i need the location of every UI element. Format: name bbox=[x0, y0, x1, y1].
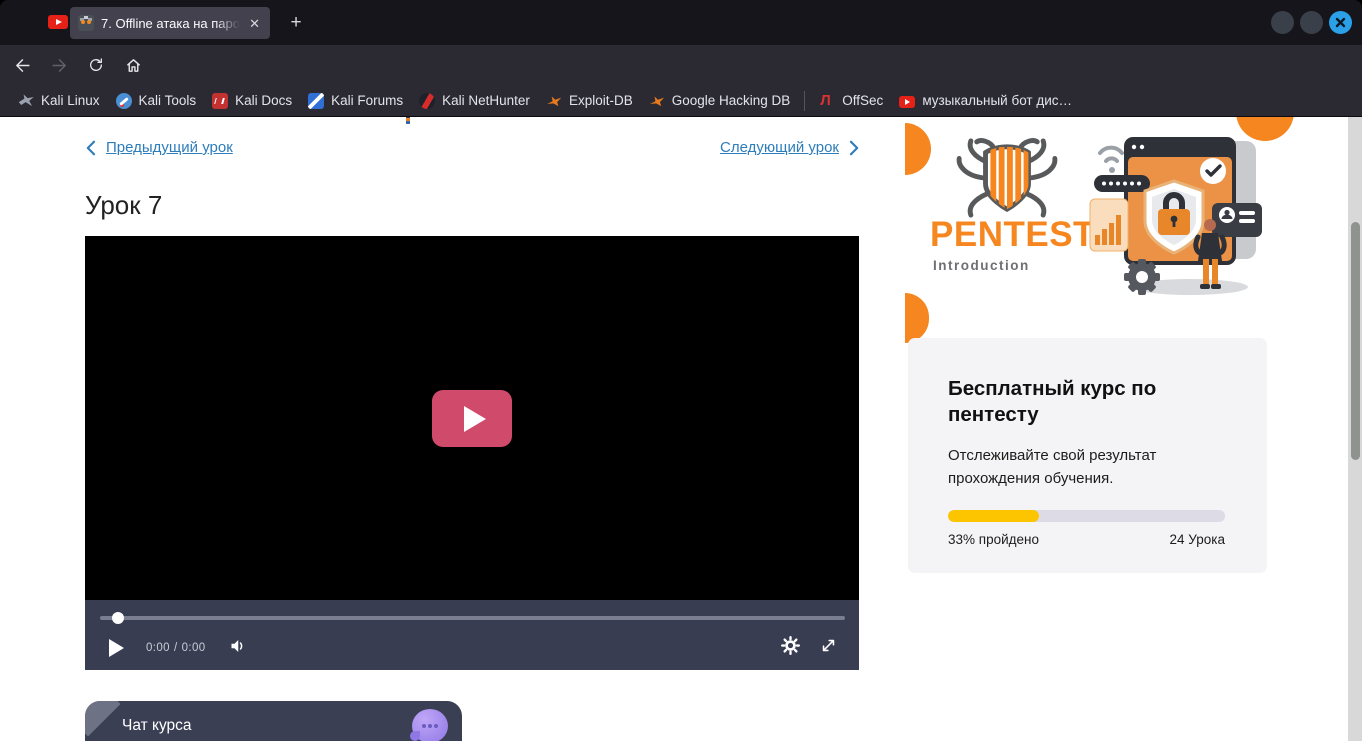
bookmark-item[interactable]: Kali Tools bbox=[108, 90, 205, 112]
orange-decor-top-left bbox=[905, 123, 931, 175]
page-scrollbar[interactable] bbox=[1348, 117, 1362, 741]
codeby-favicon-icon bbox=[78, 15, 94, 31]
bookmark-item[interactable]: Kali Docs bbox=[204, 90, 300, 112]
pentest-spider-logo bbox=[948, 137, 1066, 219]
back-button[interactable] bbox=[7, 51, 37, 79]
bookmark-item[interactable]: музыкальный бот дис… bbox=[891, 90, 1080, 111]
course-progress-labels: 33% пройдено 24 Урока bbox=[948, 532, 1225, 547]
progress-percent-label: 33% пройдено bbox=[948, 532, 1039, 547]
next-lesson-link[interactable]: Следующий урок bbox=[720, 139, 839, 156]
home-icon bbox=[125, 57, 142, 74]
browser-window: 7. Offline атака на пароли ✕ + http bbox=[0, 0, 1362, 741]
tab-bar: 7. Offline атака на пароли ✕ + bbox=[0, 0, 1362, 45]
video-screen[interactable] bbox=[85, 236, 859, 600]
player-controls: 0:00/0:00 bbox=[85, 600, 859, 670]
play-button[interactable] bbox=[109, 639, 124, 657]
next-lesson-link-wrap: Следующий урок bbox=[720, 139, 860, 156]
brand-title: PENTEST bbox=[930, 215, 1095, 255]
bookmark-item[interactable]: Kali NetHunter bbox=[411, 90, 538, 112]
bookmark-item[interactable]: OffSec bbox=[811, 90, 891, 112]
course-progress-card: Бесплатный курс по пентесту Отслеживайте… bbox=[908, 338, 1267, 573]
volume-button[interactable] bbox=[228, 637, 247, 660]
bird-icon bbox=[649, 93, 665, 109]
lesson-navigation: Предыдущий урок Следующий урок bbox=[85, 139, 860, 156]
chat-title: Чат курса bbox=[122, 717, 192, 735]
tab-close-button[interactable]: ✕ bbox=[247, 15, 262, 32]
course-card-description: Отслеживайте свой результат прохождения … bbox=[948, 444, 1188, 490]
fullscreen-button[interactable] bbox=[820, 637, 837, 659]
gear-icon bbox=[781, 636, 800, 655]
seek-handle[interactable] bbox=[112, 612, 124, 624]
youtube-icon bbox=[48, 15, 68, 29]
new-tab-button[interactable]: + bbox=[284, 11, 308, 35]
lessons-count-label: 24 Урока bbox=[1170, 532, 1225, 547]
course-progress-bar bbox=[948, 510, 1225, 522]
maximize-button[interactable] bbox=[1300, 11, 1323, 34]
security-illustration bbox=[1086, 119, 1268, 305]
reload-button[interactable] bbox=[81, 51, 111, 79]
scrollbar-thumb[interactable] bbox=[1351, 222, 1360, 460]
kali-docs-icon bbox=[212, 93, 228, 109]
kali-forums-icon bbox=[308, 93, 324, 109]
window-controls bbox=[1271, 11, 1352, 34]
home-button[interactable] bbox=[118, 51, 148, 79]
controls-right bbox=[781, 636, 837, 660]
kali-nethunter-icon bbox=[419, 93, 435, 109]
bookmarks-bar: Kali Linux Kali Tools Kali Docs Kali For… bbox=[0, 85, 1362, 117]
page-content: Предыдущий урок Следующий урок Урок 7 0 bbox=[0, 117, 1362, 741]
seek-bar[interactable] bbox=[100, 616, 845, 620]
fullscreen-icon bbox=[820, 637, 837, 654]
settings-button[interactable] bbox=[781, 636, 800, 660]
controls-row: 0:00/0:00 bbox=[85, 628, 859, 668]
close-button[interactable] bbox=[1329, 11, 1352, 34]
youtube-icon bbox=[899, 96, 915, 108]
video-player: 0:00/0:00 bbox=[85, 236, 859, 670]
partial-header-artifact bbox=[406, 117, 410, 124]
back-icon bbox=[14, 57, 31, 74]
active-tab[interactable]: 7. Offline атака на пароли ✕ bbox=[70, 7, 270, 39]
time-display: 0:00/0:00 bbox=[146, 642, 206, 654]
bookmark-item[interactable]: Google Hacking DB bbox=[641, 90, 799, 112]
kali-tools-icon bbox=[116, 93, 132, 109]
orange-decor-bottom-left bbox=[905, 293, 929, 343]
big-play-button[interactable] bbox=[432, 390, 512, 447]
chevron-right-icon bbox=[849, 140, 860, 156]
bookmark-item[interactable]: Exploit-DB bbox=[538, 90, 641, 112]
offsec-icon bbox=[819, 93, 835, 109]
prev-lesson-link[interactable]: Предыдущий урок bbox=[106, 139, 233, 156]
pentest-brand: PENTEST Introduction bbox=[930, 215, 1095, 273]
course-progress-fill bbox=[948, 510, 1039, 522]
bookmarks-separator bbox=[804, 91, 805, 111]
course-chat-widget[interactable]: Чат курса bbox=[85, 701, 462, 741]
chat-bubble-icon[interactable] bbox=[412, 709, 448, 741]
reload-icon bbox=[88, 57, 104, 73]
chevron-left-icon bbox=[85, 140, 96, 156]
kali-linux-icon bbox=[18, 93, 34, 109]
minimize-button[interactable] bbox=[1271, 11, 1294, 34]
forward-button[interactable] bbox=[44, 51, 74, 79]
volume-icon bbox=[228, 637, 247, 655]
prev-lesson-link-wrap: Предыдущий урок bbox=[85, 139, 233, 156]
navigation-bar: https://codeby.school/training/view/urok… bbox=[0, 45, 1362, 85]
tab-title: 7. Offline атака на пароли bbox=[101, 16, 240, 31]
lesson-title: Урок 7 bbox=[85, 190, 162, 221]
bird-icon bbox=[546, 93, 562, 109]
course-card-title: Бесплатный курс по пентесту bbox=[948, 376, 1218, 428]
close-icon bbox=[1335, 17, 1346, 28]
bookmark-item[interactable]: Kali Linux bbox=[10, 90, 108, 112]
pinned-tab-youtube[interactable] bbox=[44, 8, 72, 36]
brand-subtitle: Introduction bbox=[933, 258, 1095, 273]
forward-icon bbox=[51, 57, 68, 74]
bookmark-item[interactable]: Kali Forums bbox=[300, 90, 411, 112]
